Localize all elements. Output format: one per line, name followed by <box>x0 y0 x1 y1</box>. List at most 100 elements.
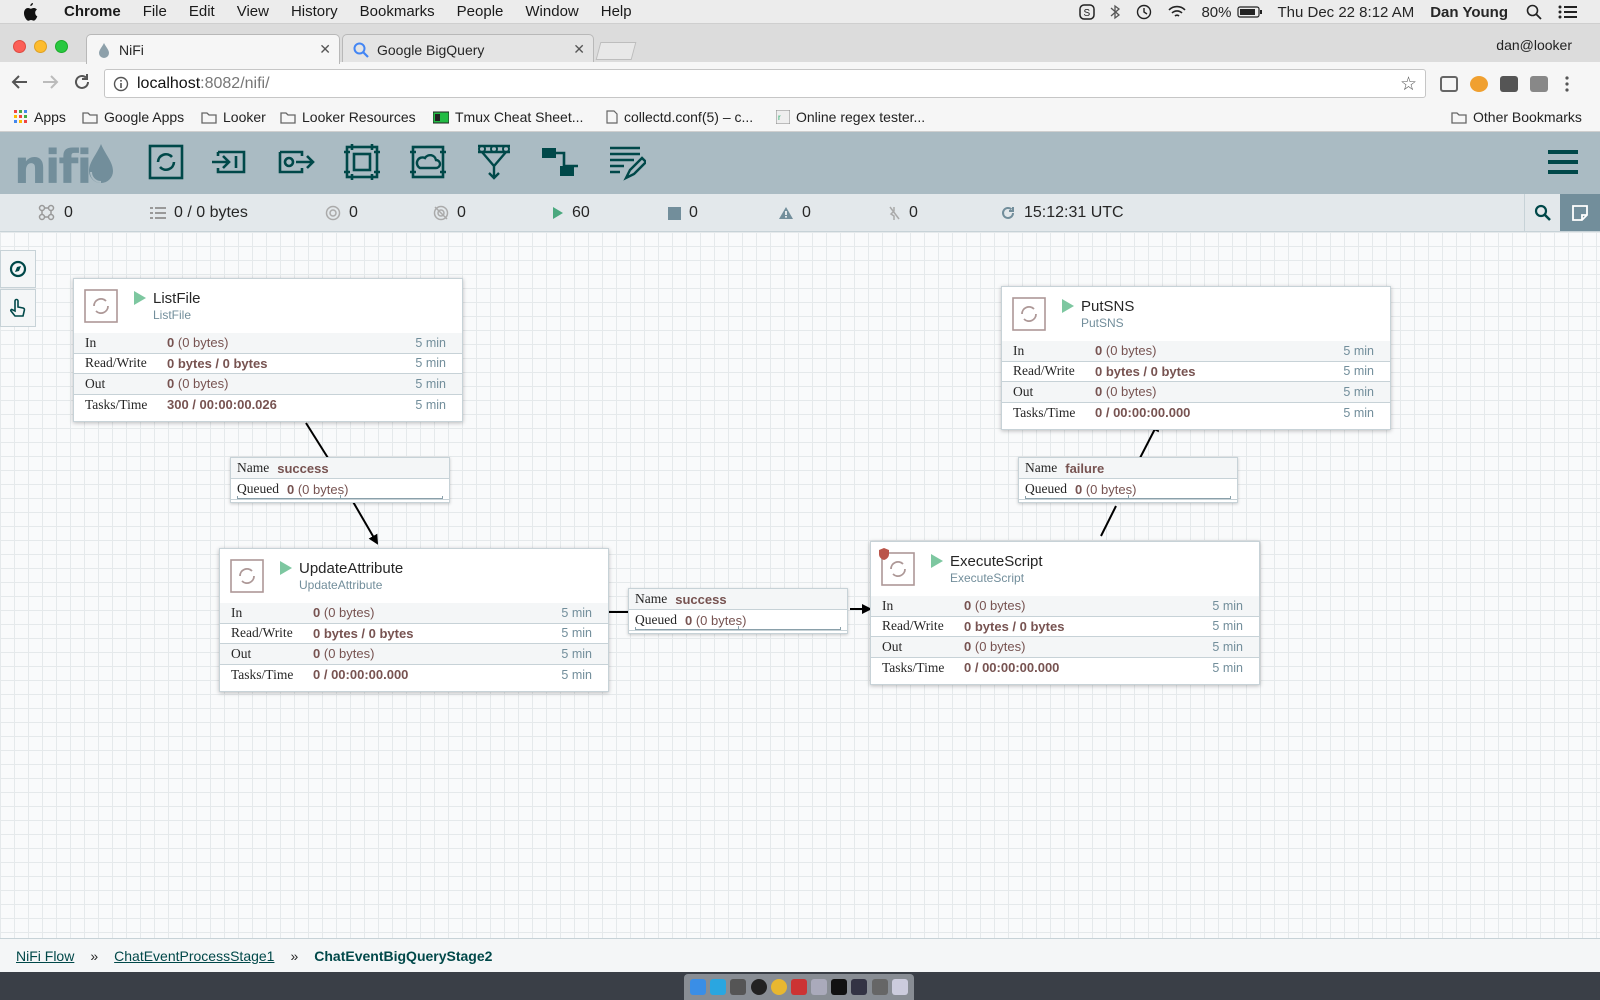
input-port-tool-icon[interactable] <box>210 142 250 182</box>
bookmark-star-icon[interactable]: ☆ <box>1400 73 1417 96</box>
skype-icon[interactable]: S <box>1079 4 1096 20</box>
bookmark-collectd[interactable]: collectd.conf(5) – c... <box>606 109 753 125</box>
cast-icon[interactable] <box>1440 76 1458 92</box>
bookmark-regex[interactable]: r Online regex tester... <box>776 109 925 125</box>
stat-label: Out <box>882 638 903 654</box>
navigate-button[interactable] <box>0 250 36 288</box>
app-icon[interactable] <box>871 979 888 995</box>
menu-view[interactable]: View <box>237 3 269 20</box>
app-icon[interactable] <box>730 979 747 995</box>
not-transmitting-value: 0 <box>457 204 466 221</box>
clock[interactable]: Thu Dec 22 8:12 AM <box>1277 4 1414 21</box>
app-icon[interactable] <box>851 979 868 995</box>
tmux-icon <box>433 111 449 124</box>
bookmark-looker-resources[interactable]: Looker Resources <box>280 109 416 125</box>
processor-executescript[interactable]: ExecuteScript ExecuteScript In 0 (0 bytes… <box>870 541 1260 685</box>
apple-icon[interactable] <box>22 2 40 21</box>
site-info-icon[interactable] <box>113 76 129 92</box>
wifi-icon[interactable] <box>1167 4 1187 20</box>
funnel-tool-icon[interactable] <box>474 142 514 182</box>
refresh-icon[interactable] <box>1000 205 1016 221</box>
menu-history[interactable]: History <box>291 3 338 20</box>
breadcrumb-nifi-flow[interactable]: NiFi Flow <box>16 948 74 964</box>
connection-line[interactable] <box>351 499 379 545</box>
close-tab-icon[interactable]: ✕ <box>573 41 585 58</box>
bookmark-label: collectd.conf(5) – c... <box>624 109 754 125</box>
template-tool-icon[interactable] <box>540 142 580 182</box>
operate-button[interactable] <box>0 289 36 327</box>
menu-edit[interactable]: Edit <box>189 3 215 20</box>
menu-file[interactable]: File <box>143 3 167 20</box>
forward-arrow-icon[interactable] <box>40 72 60 98</box>
terminal-icon[interactable] <box>831 979 848 995</box>
processor-tool-icon[interactable] <box>146 142 186 182</box>
remote-process-group-tool-icon[interactable] <box>408 142 448 182</box>
connection-line[interactable] <box>1100 505 1117 537</box>
output-port-tool-icon[interactable] <box>276 142 316 182</box>
user-menu[interactable]: Dan Young <box>1430 4 1508 21</box>
maximize-window-button[interactable] <box>55 40 68 53</box>
menu-help[interactable]: Help <box>601 3 632 20</box>
connection-queued-value: 0 <box>1074 481 1083 497</box>
global-menu-icon[interactable] <box>1548 150 1578 174</box>
bookmark-looker[interactable]: Looker <box>201 109 266 125</box>
chrome-menu-icon[interactable] <box>1565 76 1569 92</box>
menu-bookmarks[interactable]: Bookmarks <box>360 3 435 20</box>
address-bar[interactable]: localhost:8082/nifi/ ☆ <box>104 69 1426 98</box>
tab-google-bigquery[interactable]: Google BigQuery ✕ <box>342 34 594 64</box>
bulletin-board-button[interactable] <box>1560 194 1600 231</box>
label-tool-icon[interactable] <box>606 142 646 182</box>
search-button[interactable] <box>1524 194 1560 231</box>
menu-app-chrome[interactable]: Chrome <box>64 3 121 20</box>
menu-people[interactable]: People <box>457 3 504 20</box>
bookmark-label: Tmux Cheat Sheet... <box>455 109 584 125</box>
finder-icon[interactable] <box>690 979 707 995</box>
running-value: 60 <box>572 204 590 221</box>
github-icon[interactable] <box>750 979 767 995</box>
new-tab-button[interactable] <box>595 42 637 60</box>
connection-label-success-2[interactable]: Name success Queued 0 (0 bytes) <box>628 588 848 634</box>
connection-label-success-1[interactable]: Name success Queued 0 (0 bytes) <box>230 457 450 503</box>
bookmark-apps[interactable]: Apps <box>14 109 66 125</box>
close-window-button[interactable] <box>13 40 26 53</box>
skype-icon[interactable] <box>710 979 727 995</box>
process-group-tool-icon[interactable] <box>342 142 382 182</box>
back-arrow-icon[interactable] <box>10 72 30 98</box>
connection-label-failure[interactable]: Name failure Queued 0 (0 bytes) <box>1018 457 1238 503</box>
last-refreshed[interactable]: 15:12:31 UTC <box>1000 204 1124 222</box>
tab-title: NiFi <box>119 41 144 58</box>
breadcrumb-chat-event-process-stage1[interactable]: ChatEventProcessStage1 <box>114 948 274 964</box>
desktop-background <box>0 972 1600 1000</box>
trash-icon[interactable] <box>891 979 908 995</box>
time-machine-icon[interactable] <box>1135 4 1153 20</box>
processor-updateattribute[interactable]: UpdateAttribute UpdateAttribute In 0 (0 b… <box>219 548 609 692</box>
profile-button[interactable]: dan@looker <box>1496 37 1572 53</box>
menu-window[interactable]: Window <box>525 3 578 20</box>
invalid-count: 0 <box>778 204 811 222</box>
bookmark-label: Apps <box>34 109 66 125</box>
running-icon <box>931 554 943 568</box>
connection-line[interactable] <box>305 422 329 459</box>
bluetooth-icon[interactable] <box>1109 4 1121 20</box>
bookmark-tmux[interactable]: Tmux Cheat Sheet... <box>433 109 583 125</box>
notification-center-icon[interactable] <box>1558 4 1578 20</box>
app-icon[interactable] <box>811 979 828 995</box>
extension-icon[interactable] <box>1500 76 1518 92</box>
flow-canvas[interactable]: ListFile ListFile In 0 (0 bytes) 5 min Rea… <box>0 232 1600 938</box>
chrome-icon[interactable] <box>770 979 787 995</box>
reload-icon[interactable] <box>72 72 92 98</box>
bookmark-google-apps[interactable]: Google Apps <box>82 109 184 125</box>
processor-listfile[interactable]: ListFile ListFile In 0 (0 bytes) 5 min Rea… <box>73 278 463 422</box>
battery-icon[interactable] <box>1237 5 1263 19</box>
extension-icon[interactable] <box>1470 76 1488 92</box>
minimize-window-button[interactable] <box>34 40 47 53</box>
stat-window: 5 min <box>415 356 446 371</box>
tab-nifi[interactable]: NiFi ✕ <box>86 34 340 64</box>
extension-icon[interactable] <box>1530 76 1548 92</box>
spotlight-icon[interactable] <box>1526 4 1542 20</box>
bookmark-label: Other Bookmarks <box>1473 109 1582 125</box>
close-tab-icon[interactable]: ✕ <box>319 41 331 58</box>
intellij-icon[interactable] <box>790 979 807 995</box>
bookmark-other[interactable]: Other Bookmarks <box>1451 109 1582 125</box>
processor-putsns[interactable]: PutSNS PutSNS In 0 (0 bytes) 5 min Read/Wr… <box>1001 286 1391 430</box>
